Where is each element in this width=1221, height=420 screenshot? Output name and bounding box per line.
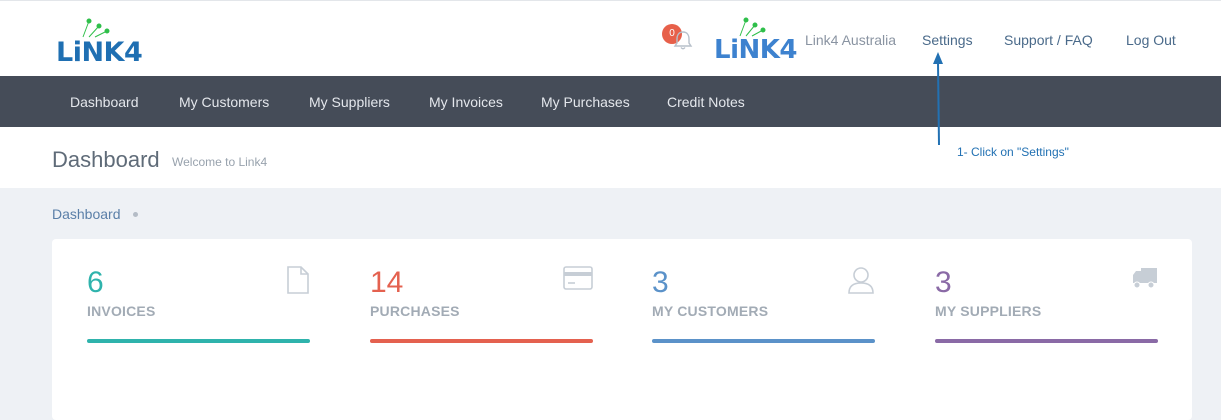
nav-my-suppliers[interactable]: My Suppliers: [309, 94, 390, 110]
main-navbar: Dashboard My Customers My Suppliers My I…: [0, 76, 1221, 127]
stat-bar: [935, 339, 1158, 343]
company-name: Link4 Australia: [805, 32, 897, 48]
nav-my-customers[interactable]: My Customers: [179, 94, 269, 110]
stats-card: 6 INVOICES 14 PURCHASES 3 MY CUSTOMERS 3…: [52, 239, 1192, 420]
svg-text:LiNK4: LiNK4: [714, 35, 797, 61]
stat-value: 3: [935, 266, 952, 299]
stat-label: MY CUSTOMERS: [652, 303, 769, 319]
company-logo: LiNK4: [714, 17, 797, 61]
nav-credit-notes[interactable]: Credit Notes: [667, 94, 745, 110]
stat-my-suppliers[interactable]: 3 MY SUPPLIERS: [935, 239, 1158, 359]
breadcrumb-separator: [133, 212, 138, 217]
truck-icon: [1133, 268, 1157, 289]
nav-dashboard[interactable]: Dashboard: [70, 94, 139, 110]
page-title: Dashboard: [52, 147, 160, 172]
stat-bar: [652, 339, 875, 343]
top-header: LiNK4 0 LiNK4 Link4 Australia Settings S…: [0, 0, 1221, 76]
stat-bar: [370, 339, 593, 343]
stat-purchases[interactable]: 14 PURCHASES: [370, 239, 593, 359]
stat-label: MY SUPPLIERS: [935, 303, 1042, 319]
settings-link[interactable]: Settings: [922, 32, 973, 48]
credit-card-icon: [563, 266, 593, 290]
user-icon: [848, 267, 874, 294]
svg-text:LiNK4: LiNK4: [56, 37, 142, 65]
stat-invoices[interactable]: 6 INVOICES: [87, 239, 310, 359]
stat-my-customers[interactable]: 3 MY CUSTOMERS: [652, 239, 875, 359]
stat-value: 3: [652, 266, 669, 299]
document-icon: [287, 266, 309, 294]
nav-my-purchases[interactable]: My Purchases: [541, 94, 630, 110]
stat-value: 14: [370, 266, 404, 299]
bell-icon[interactable]: [672, 29, 694, 51]
nav-my-invoices[interactable]: My Invoices: [429, 94, 503, 110]
stat-bar: [87, 339, 310, 343]
support-faq-link[interactable]: Support / FAQ: [1004, 32, 1093, 48]
annotation-text: 1- Click on "Settings": [957, 145, 1069, 159]
stat-label: PURCHASES: [370, 303, 460, 319]
stat-value: 6: [87, 266, 104, 299]
logout-link[interactable]: Log Out: [1126, 32, 1176, 48]
stat-label: INVOICES: [87, 303, 156, 319]
page-subtitle: Welcome to Link4: [172, 155, 268, 169]
link4-logo[interactable]: LiNK4: [55, 17, 150, 65]
breadcrumb[interactable]: Dashboard: [52, 206, 121, 222]
